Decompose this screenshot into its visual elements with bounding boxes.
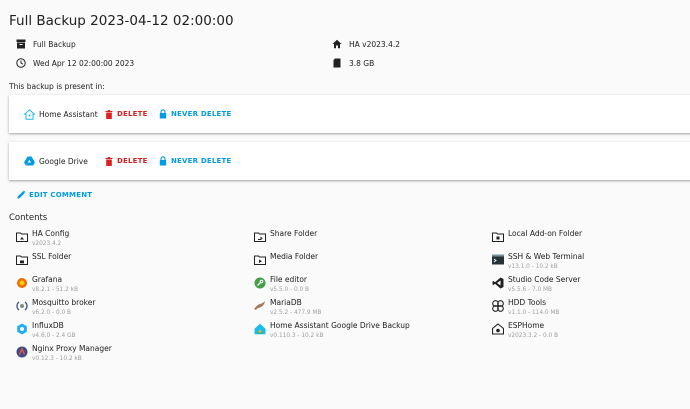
content-item-influxdb: InfluxDB v4.6.0 - 2.4 GB [15, 321, 235, 340]
item-name: Grafana [32, 275, 63, 284]
hdd-tools-icon [491, 299, 504, 312]
item-name: InfluxDB [32, 321, 64, 330]
location-label: Google Drive [39, 156, 88, 166]
content-item-mosquitto: Mosquitto broker v6.2.0 - 0.0 B [15, 298, 235, 317]
backup-type-label: Full Backup [33, 39, 76, 49]
content-item-file-editor: File editor v5.5.0 - 0.0 B [253, 275, 473, 294]
item-name: MariaDB [270, 298, 302, 307]
item-version: v4.6.0 - 2.4 GB [32, 333, 76, 339]
content-item-studio-code-server: Studio Code Server v5.5.6 - 7.0 MB [491, 275, 690, 294]
content-item-ha-config: HA Config v2023.4.2 [15, 229, 235, 248]
content-item-grafana: Grafana v8.2.1 - 51.2 kB [15, 275, 235, 294]
content-item-hdd-tools: HDD Tools v1.1.0 - 114.0 MB [491, 298, 690, 317]
edit-comment-label: EDIT COMMENT [29, 190, 93, 199]
backup-size-label: 3.8 GB [349, 58, 375, 68]
backup-size: 3.8 GB [331, 57, 374, 69]
content-item-share-folder: Share Folder [253, 229, 473, 243]
terminal-icon [491, 253, 504, 266]
item-name: Local Add-on Folder [508, 229, 583, 238]
item-name: ESPHome [508, 321, 545, 330]
item-version: v6.2.0 - 0.0 B [32, 310, 71, 316]
delete-button[interactable]: DELETE [104, 156, 158, 166]
location-name: Home Assistant [24, 108, 104, 120]
home-icon [331, 38, 343, 50]
location-label: Home Assistant [39, 109, 98, 119]
backup-date: Wed Apr 12 02:00:00 2023 [15, 57, 134, 69]
item-version: v2.5.2 - 477.9 MB [270, 310, 322, 316]
delete-label: DELETE [117, 110, 148, 118]
content-item-ssh-web-terminal: SSH & Web Terminal v13.1.0 - 10.2 kB [491, 252, 690, 271]
item-name: Mosquitto broker [32, 298, 96, 307]
item-version: v2023.4.2 [32, 241, 62, 247]
content-item-ssl-folder: SSL Folder [15, 252, 235, 266]
mosquitto-icon [15, 299, 28, 312]
item-name: SSH & Web Terminal [508, 252, 585, 261]
sd-card-icon [331, 57, 343, 69]
item-version: v0.12.3 - 10.2 kB [32, 356, 82, 362]
item-version: v2023.3.2 - 0.0 B [508, 333, 559, 339]
delete-button[interactable]: DELETE [104, 109, 158, 119]
item-name: SSL Folder [32, 252, 72, 261]
item-version: v13.1.0 - 10.2 kB [508, 264, 558, 270]
content-item-local-addon-folder: Local Add-on Folder [491, 229, 690, 243]
content-item-google-drive-backup: Home Assistant Google Drive Backup v0.110… [253, 321, 473, 340]
never-delete-button[interactable]: NEVER DELETE [158, 109, 231, 119]
item-name: Studio Code Server [508, 275, 581, 284]
edit-comment-button[interactable]: EDIT COMMENT [17, 190, 92, 199]
wrench-icon [253, 276, 266, 289]
mariadb-icon [253, 299, 266, 312]
pencil-icon [17, 190, 26, 199]
item-version: v5.5.6 - 7.0 MB [508, 287, 552, 293]
trash-icon [104, 109, 113, 119]
grafana-icon [15, 276, 28, 289]
archive-icon [15, 38, 27, 50]
locations-label: This backup is present in: [9, 82, 105, 91]
never-delete-label: NEVER DELETE [171, 157, 232, 165]
never-delete-label: NEVER DELETE [171, 110, 232, 118]
item-name: Nginx Proxy Manager [32, 344, 112, 353]
never-delete-button[interactable]: NEVER DELETE [158, 156, 231, 166]
content-item-esphome: ESPHome v2023.3.2 - 0.0 B [491, 321, 690, 340]
esphome-icon [491, 322, 504, 335]
folder-share-icon [253, 230, 266, 243]
page-title: Full Backup 2023-04-12 02:00:00 [9, 13, 234, 29]
item-version: v1.1.0 - 114.0 MB [508, 310, 560, 316]
nginx-icon [15, 345, 28, 358]
contents-heading: Contents [9, 213, 48, 223]
folder-lock-icon [15, 253, 28, 266]
backup-date-label: Wed Apr 12 02:00:00 2023 [33, 58, 135, 68]
item-name: HDD Tools [508, 298, 547, 307]
location-card-google-drive: Google Drive DELETE NEVER DELETE [9, 142, 690, 180]
location-name: Google Drive [24, 156, 104, 167]
ha-version-label: HA v2023.4.2 [349, 39, 400, 49]
home-assistant-icon [24, 108, 35, 120]
vscode-icon [491, 276, 504, 289]
lock-icon [158, 156, 167, 166]
google-drive-icon [24, 156, 35, 167]
folder-local-icon [491, 230, 504, 243]
ha-version: HA v2023.4.2 [331, 38, 400, 50]
folder-icon [15, 230, 28, 243]
content-item-nginx-proxy-manager: Nginx Proxy Manager v0.12.3 - 10.2 kB [15, 344, 235, 363]
item-version: v8.2.1 - 51.2 kB [32, 287, 79, 293]
item-name: HA Config [32, 229, 70, 238]
clock-icon [15, 57, 27, 69]
content-item-media-folder: Media Folder [253, 252, 473, 266]
gdrive-backup-icon [253, 322, 266, 335]
item-version: v0.110.3 - 10.2 kB [270, 333, 324, 339]
trash-icon [104, 156, 113, 166]
delete-label: DELETE [117, 157, 148, 165]
item-version: v5.5.0 - 0.0 B [270, 287, 309, 293]
item-name: Media Folder [270, 252, 319, 261]
influxdb-icon [15, 322, 28, 335]
content-item-mariadb: MariaDB v2.5.2 - 477.9 MB [253, 298, 473, 317]
lock-icon [158, 109, 167, 119]
folder-media-icon [253, 253, 266, 266]
item-name: Home Assistant Google Drive Backup [270, 321, 410, 330]
backup-type: Full Backup [15, 38, 76, 50]
item-name: Share Folder [270, 229, 318, 238]
item-name: File editor [270, 275, 308, 284]
location-card-home-assistant: Home Assistant DELETE NEVER DELETE [9, 95, 690, 133]
